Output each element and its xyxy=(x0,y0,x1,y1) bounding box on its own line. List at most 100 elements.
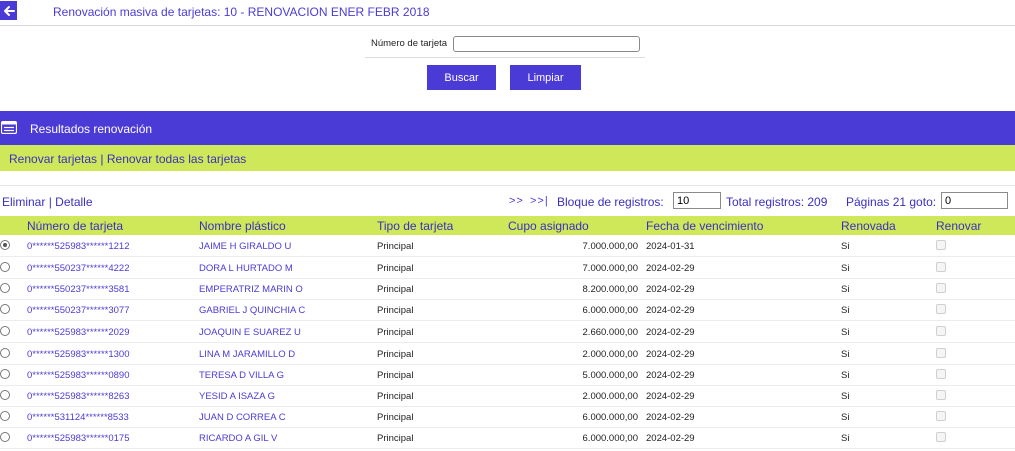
table-row: 0******550237******3077 GABRIEL J QUINCH… xyxy=(0,300,1015,321)
card-number-cell[interactable]: 0******525983******2029 xyxy=(27,327,129,338)
results-header: Resultados renovación xyxy=(0,111,1015,145)
search-form: Número de tarjeta xyxy=(365,31,645,58)
card-type-cell: Principal xyxy=(377,391,414,402)
renew-checkbox[interactable] xyxy=(936,390,946,400)
credit-limit-cell: 2.000.000,00 xyxy=(582,391,638,402)
card-number-cell[interactable]: 0******531124******8533 xyxy=(27,412,129,423)
card-number-cell[interactable]: 0******550237******4222 xyxy=(27,263,129,274)
delete-link[interactable]: Eliminar xyxy=(2,195,45,209)
detail-link[interactable]: Detalle xyxy=(55,195,92,209)
renew-checkbox[interactable] xyxy=(936,283,946,293)
plastic-name-cell: GABRIEL J QUINCHIA C xyxy=(199,305,306,316)
card-type-cell: Principal xyxy=(377,284,414,295)
card-number-label: Número de tarjeta xyxy=(371,38,448,49)
card-number-cell[interactable]: 0******550237******3581 xyxy=(27,284,129,295)
card-type-cell: Principal xyxy=(377,433,414,444)
back-button[interactable] xyxy=(0,1,17,20)
table-row: 0******531124******8533 JUAN D CORREA C … xyxy=(0,407,1015,428)
table-row: 0******525983******8263 YESID A ISAZA G … xyxy=(0,386,1015,407)
renewed-cell: Si xyxy=(841,370,850,381)
card-number-input[interactable] xyxy=(453,36,640,52)
row-select-radio[interactable] xyxy=(0,240,10,250)
record-actions: Eliminar | Detalle xyxy=(2,195,93,209)
renew-checkbox[interactable] xyxy=(936,240,946,250)
renew-checkbox[interactable] xyxy=(936,304,946,314)
card-type-cell: Principal xyxy=(377,349,414,360)
renewed-cell: Si xyxy=(841,391,850,402)
plastic-name-cell: LINA M JARAMILLO D xyxy=(199,349,296,360)
card-number-cell[interactable]: 0******525983******1212 xyxy=(27,241,129,252)
block-size-input[interactable] xyxy=(673,192,721,209)
credit-limit-cell: 5.000.000,00 xyxy=(582,370,638,381)
block-size-label: Bloque de registros: xyxy=(557,195,664,209)
card-type-cell: Principal xyxy=(377,327,414,338)
renew-checkbox[interactable] xyxy=(936,411,946,421)
pager-bar: Eliminar | Detalle >> >>| Bloque de regi… xyxy=(0,185,1015,215)
column-header-cupo: Cupo asignado xyxy=(508,219,589,233)
expiry-date-cell: 2024-02-29 xyxy=(646,370,695,381)
last-page-link[interactable]: >>| xyxy=(530,195,549,207)
expiry-date-cell: 2024-02-29 xyxy=(646,391,695,402)
table-row: 0******550237******3581 EMPERATRIZ MARIN… xyxy=(0,279,1015,300)
renew-checkbox[interactable] xyxy=(936,326,946,336)
row-select-radio[interactable] xyxy=(0,262,10,272)
card-type-cell: Principal xyxy=(377,305,414,316)
card-number-cell[interactable]: 0******525983******0175 xyxy=(27,433,129,444)
renew-checkbox[interactable] xyxy=(936,432,946,442)
column-header-tipo: Tipo de tarjeta xyxy=(377,219,454,233)
card-type-cell: Principal xyxy=(377,412,414,423)
row-select-radio[interactable] xyxy=(0,348,10,358)
row-select-radio[interactable] xyxy=(0,432,10,442)
card-number-cell[interactable]: 0******525983******1300 xyxy=(27,349,129,360)
pages-goto-label: Páginas 21 goto: xyxy=(846,195,937,209)
renew-checkbox[interactable] xyxy=(936,262,946,272)
next-page-link[interactable]: >> xyxy=(509,195,524,207)
search-button[interactable]: Buscar xyxy=(427,65,496,90)
action-separator: | xyxy=(100,152,104,166)
column-header-fecha: Fecha de vencimiento xyxy=(646,219,764,233)
total-records: Total registros: 209 xyxy=(726,195,828,209)
page-title: Renovación masiva de tarjetas: 10 - RENO… xyxy=(53,5,430,19)
list-icon xyxy=(1,121,17,134)
action-bar: Renovar tarjetas | Renovar todas las tar… xyxy=(0,145,1015,171)
renew-all-cards-link[interactable]: Renovar todas las tarjetas xyxy=(107,152,246,166)
renew-checkbox[interactable] xyxy=(936,348,946,358)
card-number-cell[interactable]: 0******550237******3077 xyxy=(27,305,129,316)
expiry-date-cell: 2024-01-31 xyxy=(646,241,695,252)
renewed-cell: Si xyxy=(841,412,850,423)
row-select-radio[interactable] xyxy=(0,326,10,336)
card-type-cell: Principal xyxy=(377,263,414,274)
record-actions-separator: | xyxy=(48,195,52,209)
row-select-radio[interactable] xyxy=(0,369,10,379)
expiry-date-cell: 2024-02-29 xyxy=(646,349,695,360)
expiry-date-cell: 2024-02-29 xyxy=(646,284,695,295)
renewed-cell: Si xyxy=(841,263,850,274)
row-select-radio[interactable] xyxy=(0,411,10,421)
expiry-date-cell: 2024-02-29 xyxy=(646,305,695,316)
credit-limit-cell: 6.000.000,00 xyxy=(582,412,638,423)
goto-page-input[interactable] xyxy=(941,192,1008,209)
column-header-numero: Número de tarjeta xyxy=(27,219,124,233)
row-select-radio[interactable] xyxy=(0,283,10,293)
column-header-renovar: Renovar xyxy=(936,219,982,233)
column-header-nombre: Nombre plástico xyxy=(199,219,286,233)
credit-limit-cell: 6.000.000,00 xyxy=(582,305,638,316)
clear-button[interactable]: Limpiar xyxy=(510,65,581,90)
credit-limit-cell: 2.000.000,00 xyxy=(582,349,638,360)
credit-limit-cell: 7.000.000,00 xyxy=(582,241,638,252)
renewed-cell: Si xyxy=(841,284,850,295)
table-row: 0******550237******4222 DORA L HURTADO M… xyxy=(0,258,1015,279)
plastic-name-cell: JOAQUIN E SUAREZ U xyxy=(199,327,301,338)
expiry-date-cell: 2024-02-29 xyxy=(646,412,695,423)
card-number-cell[interactable]: 0******525983******0890 xyxy=(27,370,129,381)
action-links: Renovar tarjetas | Renovar todas las tar… xyxy=(9,152,246,166)
card-number-cell[interactable]: 0******525983******8263 xyxy=(27,391,129,402)
card-type-cell: Principal xyxy=(377,241,414,252)
row-select-radio[interactable] xyxy=(0,304,10,314)
renew-checkbox[interactable] xyxy=(936,369,946,379)
credit-limit-cell: 8.200.000,00 xyxy=(582,284,638,295)
renew-cards-link[interactable]: Renovar tarjetas xyxy=(9,152,97,166)
row-select-radio[interactable] xyxy=(0,390,10,400)
table-header: Número de tarjeta Nombre plástico Tipo d… xyxy=(0,216,1015,235)
column-header-renovada: Renovada xyxy=(841,219,896,233)
